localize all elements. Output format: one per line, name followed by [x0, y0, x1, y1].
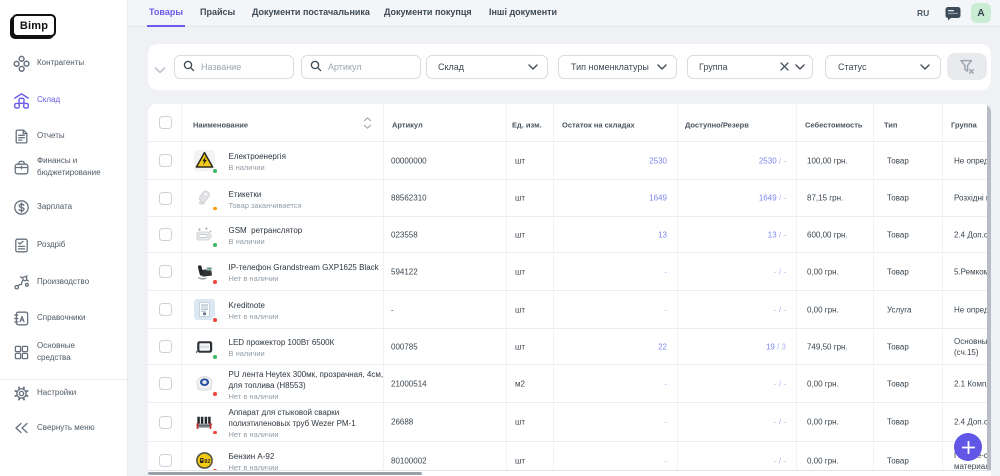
svg-text:92: 92	[204, 459, 210, 465]
